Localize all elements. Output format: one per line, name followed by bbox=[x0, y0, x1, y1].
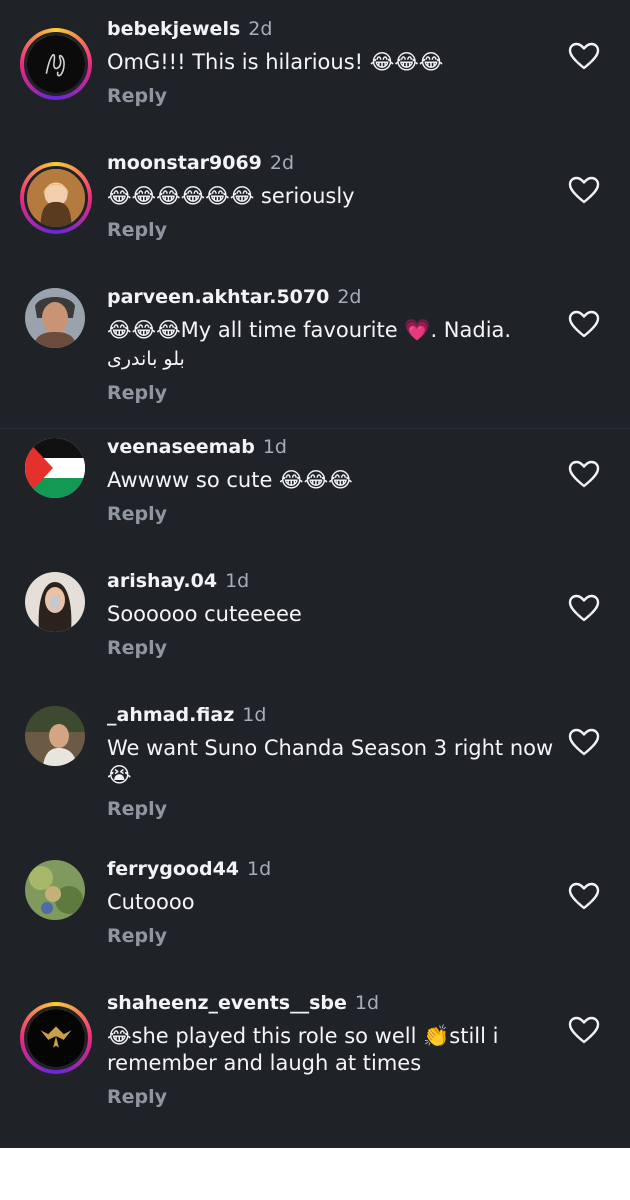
comment-age: 2d bbox=[269, 152, 295, 174]
reply-button[interactable]: Reply bbox=[107, 217, 560, 243]
comment-username[interactable]: _ahmad.fiaz bbox=[107, 704, 234, 726]
comment-text: 😂😂😂My all time favourite 💗. Nadia. bbox=[107, 318, 512, 342]
like-button[interactable] bbox=[568, 882, 600, 910]
comment-age: 2d bbox=[248, 18, 273, 40]
heart-outline-icon bbox=[568, 310, 600, 338]
like-button[interactable] bbox=[568, 1016, 600, 1044]
like-button[interactable] bbox=[568, 728, 600, 756]
comment-age: 1d bbox=[262, 436, 287, 458]
comments-sheet: bebekjewels 2d OmG!!! This is hilarious! … bbox=[0, 0, 630, 1148]
heart-outline-icon bbox=[568, 176, 600, 204]
reply-button[interactable]: Reply bbox=[107, 83, 560, 109]
comment-age: 1d bbox=[242, 704, 267, 726]
comment-username[interactable]: moonstar9069 bbox=[107, 152, 262, 174]
comment-text: 😂😂😂😂😂😂 seriously bbox=[107, 184, 355, 208]
like-button[interactable] bbox=[568, 310, 600, 338]
comment-username[interactable]: arishay.04 bbox=[107, 570, 217, 592]
profile-photo-icon bbox=[25, 288, 85, 348]
reply-button[interactable]: Reply bbox=[107, 796, 560, 822]
profile-photo-icon bbox=[25, 572, 85, 632]
comment-text: Awwww so cute 😂😂😂 bbox=[107, 468, 353, 492]
avatar[interactable] bbox=[20, 28, 92, 100]
comment-username[interactable]: bebekjewels bbox=[107, 18, 240, 40]
profile-photo-icon bbox=[27, 169, 85, 227]
comment-text-urdu: بلو باندری bbox=[107, 348, 185, 370]
avatar[interactable] bbox=[20, 162, 92, 234]
avatar[interactable] bbox=[25, 706, 85, 766]
heart-outline-icon bbox=[568, 42, 600, 70]
like-button[interactable] bbox=[568, 176, 600, 204]
eagle-logo-icon bbox=[27, 1009, 85, 1067]
heart-outline-icon bbox=[568, 882, 600, 910]
comment-username[interactable]: veenaseemab bbox=[107, 436, 255, 458]
like-button[interactable] bbox=[568, 460, 600, 488]
heart-outline-icon bbox=[568, 460, 600, 488]
profile-photo-icon bbox=[25, 706, 85, 766]
avatar[interactable] bbox=[25, 288, 85, 348]
reply-button[interactable]: Reply bbox=[107, 1084, 560, 1110]
profile-photo-icon bbox=[25, 860, 85, 920]
comment-age: 1d bbox=[354, 992, 380, 1014]
reply-button[interactable]: Reply bbox=[107, 501, 560, 527]
comment-age: 1d bbox=[225, 570, 250, 592]
palestine-flag-icon bbox=[25, 438, 85, 498]
avatar[interactable] bbox=[25, 860, 85, 920]
avatar[interactable] bbox=[20, 1002, 92, 1074]
comment-text: We want Suno Chanda Season 3 right now 😭 bbox=[107, 736, 554, 787]
reply-button[interactable]: Reply bbox=[107, 923, 560, 949]
comment-age: 1d bbox=[247, 858, 272, 880]
heart-outline-icon bbox=[568, 1016, 600, 1044]
reply-button[interactable]: Reply bbox=[107, 380, 560, 406]
comment-age: 2d bbox=[337, 286, 362, 308]
comment-username[interactable]: ferrygood44 bbox=[107, 858, 239, 880]
avatar[interactable] bbox=[25, 572, 85, 632]
comment-text: Cutoooo bbox=[107, 890, 195, 914]
reply-button[interactable]: Reply bbox=[107, 635, 560, 661]
comment-text: 😂she played this role so well 👏still i r… bbox=[107, 1024, 499, 1075]
like-button[interactable] bbox=[568, 42, 600, 70]
heart-outline-icon bbox=[568, 594, 600, 622]
comment-username[interactable]: shaheenz_events__sbe bbox=[107, 992, 347, 1014]
divider bbox=[0, 428, 630, 429]
avatar[interactable] bbox=[25, 438, 85, 498]
bebekjewels-logo-icon bbox=[27, 35, 85, 93]
like-button[interactable] bbox=[568, 594, 600, 622]
comment-text: OmG!!! This is hilarious! 😂😂😂 bbox=[107, 50, 444, 74]
heart-outline-icon bbox=[568, 728, 600, 756]
comment-username[interactable]: parveen.akhtar.5070 bbox=[107, 286, 329, 308]
comment-text: Soooooo cuteeeee bbox=[107, 602, 302, 626]
